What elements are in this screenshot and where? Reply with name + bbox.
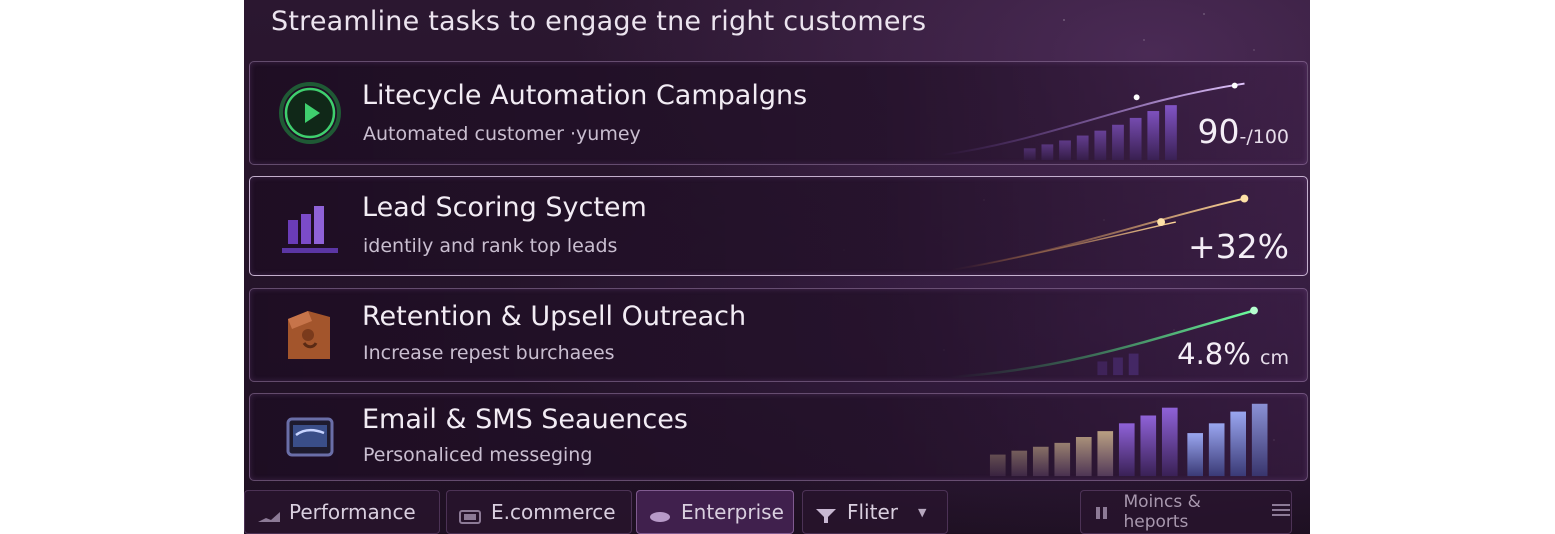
play-circle-icon (274, 77, 346, 149)
card-title: Retention & Upsell Outreach (362, 301, 747, 332)
trend-icon (257, 505, 280, 522)
tab-filter[interactable]: Fliter ▼ (802, 490, 948, 534)
card-icon (459, 505, 481, 524)
tab-metrics-reports[interactable]: Moincs & heports (1080, 490, 1292, 534)
pause-bars-icon (1093, 505, 1113, 519)
card-title: Litecycle Automation Campalgns (362, 80, 808, 111)
filter-icon (815, 505, 837, 523)
tab-label: E.commerce (491, 500, 616, 524)
card-subtitle: identily and rank top leads (363, 235, 618, 257)
tab-enterprise[interactable]: Enterprise (636, 490, 794, 534)
campaign-panel: Streamline tasks to engage tne right cus… (244, 0, 1310, 534)
metric-suffix: -/100 (1239, 126, 1289, 148)
bottom-tab-bar: Performance E.commerce Enterprise Fliter… (244, 490, 1310, 534)
card-metric: 4.8% cm (1177, 337, 1289, 371)
card-lead-scoring[interactable]: Lead Scoring Syctem identily and rank to… (249, 176, 1308, 276)
tab-label: Fliter (847, 500, 898, 524)
bar-visual (989, 403, 1268, 477)
card-lifecycle-automation[interactable]: Litecycle Automation Campalgns Automated… (249, 61, 1308, 165)
card-subtitle: Automated customer ·yumey (363, 123, 641, 145)
metric-suffix: cm (1260, 347, 1289, 369)
chevron-down-icon: ▼ (918, 505, 927, 519)
monitor-icon (274, 401, 346, 473)
card-title: Email & SMS Seauences (362, 404, 688, 435)
metric-value: 4.8% (1177, 337, 1251, 371)
pill-icon (649, 505, 671, 522)
bar-chart-icon (274, 190, 346, 262)
card-title: Lead Scoring Syctem (362, 192, 647, 223)
tag-icon (274, 299, 346, 371)
metric-value: 90 (1197, 112, 1240, 151)
card-metric: 90-/100 (1197, 112, 1289, 151)
tab-ecommerce[interactable]: E.commerce (446, 490, 632, 534)
card-email-sms[interactable]: Email & SMS Seauences Personaliced messe… (249, 393, 1308, 481)
tab-label: Enterprise (681, 500, 784, 524)
card-metric: +32% (1188, 227, 1289, 266)
card-subtitle: Increase repest burchaees (363, 342, 615, 364)
metric-value: +32% (1188, 227, 1289, 266)
list-icon (1271, 502, 1291, 522)
tab-performance[interactable]: Performance (244, 490, 440, 534)
tab-label: Performance (289, 500, 416, 524)
page-title: Streamline tasks to engage tne right cus… (271, 6, 927, 37)
card-retention-upsell[interactable]: Retention & Upsell Outreach Increase rep… (249, 288, 1308, 382)
tab-label: Moincs & heports (1123, 492, 1201, 532)
card-subtitle: Personaliced messeging (363, 444, 593, 466)
